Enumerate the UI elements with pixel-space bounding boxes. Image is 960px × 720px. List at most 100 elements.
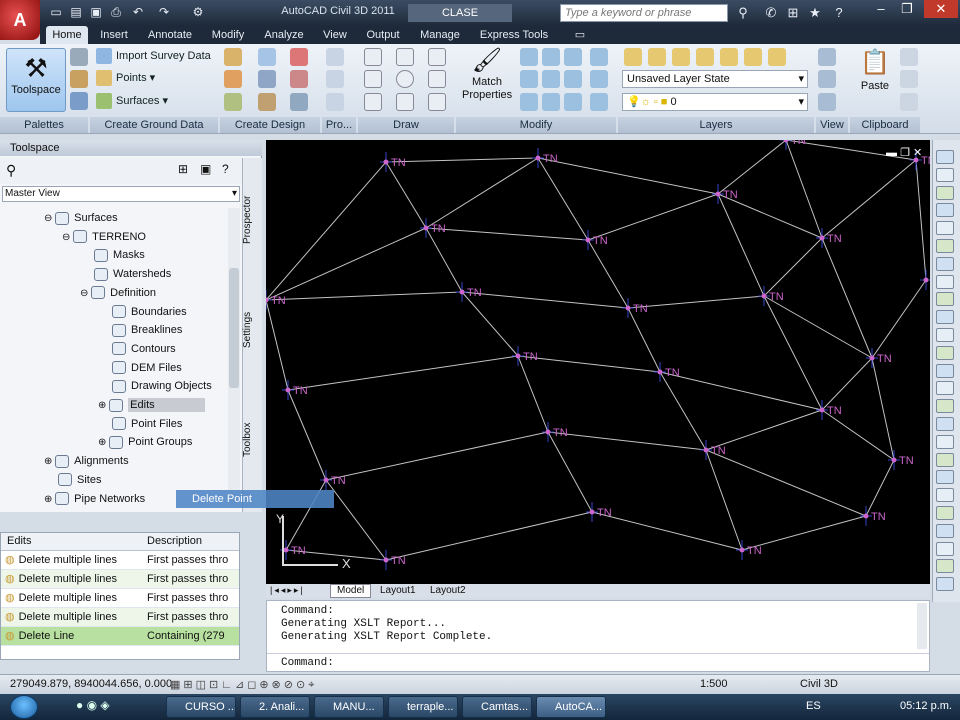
layer-lock-icon[interactable]: [720, 48, 738, 66]
toolspace-button[interactable]: ⚒ Toolspace: [6, 48, 66, 112]
tab-prospector[interactable]: Prospector: [242, 170, 262, 270]
communication-center-icon[interactable]: ✆: [762, 4, 780, 22]
panel-profile[interactable]: Pro...: [322, 117, 356, 133]
multiline-text-icon[interactable]: [936, 470, 954, 485]
panel-modify[interactable]: Modify: [456, 117, 616, 133]
tab-layout1[interactable]: Layout1: [374, 584, 422, 598]
move-icon[interactable]: [520, 48, 538, 66]
copy-base-icon[interactable]: [900, 93, 918, 111]
panel-create-ground-data[interactable]: Create Ground Data: [90, 117, 218, 133]
application-menu-button[interactable]: A: [0, 0, 40, 40]
survey-point[interactable]: TN: [320, 470, 346, 490]
search-icon[interactable]: ⚲: [6, 162, 16, 179]
annotation-scale[interactable]: 1:500: [700, 678, 728, 690]
ellipse-icon[interactable]: [396, 93, 414, 111]
explode-icon[interactable]: [590, 70, 608, 88]
drawing-viewport[interactable]: TN TN TN TN TN TN TN TN TN TN TN TN TN TN TN TN TN TN TN TN…: [266, 140, 930, 584]
offset-icon[interactable]: [590, 93, 608, 111]
favorites-icon[interactable]: ★: [806, 4, 824, 22]
survey-point[interactable]: TN: [542, 422, 568, 442]
survey-point[interactable]: TN: [532, 148, 558, 168]
tree-item[interactable]: ⊖ Surfaces: [44, 209, 118, 227]
help-icon[interactable]: ?: [222, 162, 229, 176]
table-row[interactable]: ◍ Delete multiple lines First passes thro: [1, 570, 239, 589]
search-input[interactable]: Type a keyword or phrase: [560, 4, 728, 22]
drafting-toggles-icon[interactable]: ▦⊞◫⊡∟⊿◻⊕⊗⊘⊙⌖: [170, 678, 317, 692]
layer-properties-icon[interactable]: [624, 48, 642, 66]
alignment-icon[interactable]: [224, 48, 242, 66]
polygon-icon[interactable]: [936, 203, 954, 218]
tree-item[interactable]: ⊕ Pipe Networks: [44, 490, 145, 508]
maximize-icon[interactable]: ❐: [898, 0, 916, 18]
point-icon[interactable]: [936, 381, 954, 396]
expand-icon[interactable]: ⊕: [44, 456, 55, 467]
tree-item[interactable]: ⊕ Point Groups: [98, 433, 192, 451]
line-icon[interactable]: [936, 150, 954, 164]
table-row[interactable]: ◍ Delete multiple lines First passes thro: [1, 551, 239, 570]
quick-launch-icons[interactable]: ● ◉ ◈: [76, 698, 110, 712]
tab-home[interactable]: Home: [46, 26, 88, 44]
table-icon[interactable]: [936, 452, 954, 467]
taskbar-button[interactable]: MANU...: [314, 696, 384, 718]
arc-icon[interactable]: [936, 239, 954, 253]
tree-item[interactable]: ⊕ Edits: [98, 396, 205, 414]
prospector-icon[interactable]: [70, 48, 88, 66]
rectangle-icon[interactable]: [428, 48, 446, 66]
surfaces-button[interactable]: Surfaces ▾: [96, 91, 168, 111]
command-scrollbar[interactable]: [917, 603, 927, 649]
minimize-icon[interactable]: –: [872, 0, 890, 18]
tree-item[interactable]: ⊖ TERRENO: [62, 228, 146, 246]
cut-icon[interactable]: [900, 48, 918, 66]
panel-palettes[interactable]: Palettes: [0, 117, 88, 133]
workspace-icon[interactable]: ⚙: [190, 4, 206, 20]
grading-icon[interactable]: [258, 70, 276, 88]
taskbar-button[interactable]: terraple...: [388, 696, 458, 718]
description-header[interactable]: Description: [147, 535, 202, 547]
survey-point[interactable]: TN: [622, 298, 648, 318]
ribbon-toggle-icon[interactable]: ▭: [570, 26, 590, 44]
subscription-icon[interactable]: ⊞: [784, 4, 802, 22]
points-button[interactable]: Points ▾: [96, 68, 155, 88]
collapse-icon[interactable]: ⊖: [44, 213, 55, 224]
construction-line-icon[interactable]: [936, 167, 954, 182]
undo-icon[interactable]: ↶: [130, 4, 146, 20]
dimension-icon[interactable]: [936, 506, 954, 520]
gradient-icon[interactable]: [936, 417, 954, 431]
move-icon[interactable]: [936, 541, 954, 556]
tab-toolbox[interactable]: Toolbox: [242, 390, 262, 490]
layer-previous-icon[interactable]: [768, 48, 786, 66]
tree-item[interactable]: ⊖ Definition: [80, 284, 156, 302]
hatch-icon[interactable]: [936, 399, 954, 414]
match-properties-button[interactable]: 🖌 Match Properties: [462, 46, 512, 114]
close-icon[interactable]: ✕: [924, 0, 958, 18]
copy-icon[interactable]: [936, 559, 954, 574]
pan-icon[interactable]: [818, 48, 836, 66]
line-icon[interactable]: [364, 48, 382, 66]
survey-point[interactable]: TN: [654, 362, 680, 382]
region-icon[interactable]: [428, 93, 446, 111]
tab-manage[interactable]: Manage: [414, 26, 466, 44]
layer-isolate-icon[interactable]: [648, 48, 666, 66]
tab-annotate[interactable]: Annotate: [142, 26, 198, 44]
collapse-icon[interactable]: ⊖: [62, 232, 73, 243]
ellipse-icon[interactable]: [936, 310, 954, 325]
table-row[interactable]: ◍ Delete multiple lines First passes thro: [1, 589, 239, 608]
rotate-icon[interactable]: [936, 577, 954, 592]
paste-button[interactable]: 📋 Paste: [856, 46, 894, 114]
tab-modify[interactable]: Modify: [204, 26, 252, 44]
restore-icon[interactable]: ❐: [900, 147, 910, 159]
sample-lines-icon[interactable]: [326, 93, 344, 111]
edits-header[interactable]: Edits: [7, 535, 31, 547]
mirror-icon[interactable]: [542, 70, 560, 88]
feature-line-icon[interactable]: [290, 93, 308, 111]
tab-view[interactable]: View: [318, 26, 352, 44]
taskbar-button[interactable]: 2. Anali...: [240, 696, 310, 718]
spline-icon[interactable]: [364, 93, 382, 111]
tree-item[interactable]: Watersheds: [80, 265, 171, 283]
copy-clip-icon[interactable]: [900, 70, 918, 88]
binoculars-icon[interactable]: ⚲: [734, 4, 752, 22]
survey-point[interactable]: TN: [866, 348, 892, 368]
windows-start-icon[interactable]: [10, 695, 38, 719]
intersection-icon[interactable]: [290, 70, 308, 88]
print-icon[interactable]: ⎙: [108, 4, 124, 20]
